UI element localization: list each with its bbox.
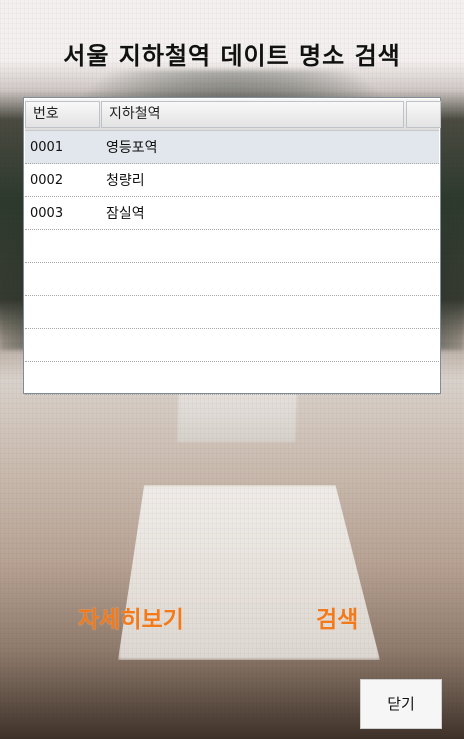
- table-row-empty: [25, 263, 439, 296]
- table-row-empty: [25, 296, 439, 329]
- list-header: 번호 지하철역: [25, 99, 441, 131]
- column-header-filler: [406, 101, 441, 128]
- search-button[interactable]: 검색: [316, 600, 358, 634]
- row-number: 0001: [30, 140, 64, 155]
- row-station-name: 영등포역: [106, 140, 158, 156]
- row-number: 0003: [30, 206, 64, 221]
- detail-button[interactable]: 자세히보기: [78, 600, 184, 634]
- table-row-empty: [25, 230, 439, 263]
- table-row[interactable]: 0003 잠실역: [25, 197, 439, 230]
- page-title: 서울 지하철역 데이트 명소 검색: [63, 42, 401, 70]
- row-station-name: 잠실역: [106, 206, 145, 222]
- table-row[interactable]: 0001 영등포역: [25, 131, 439, 164]
- column-header-number[interactable]: 번호: [25, 101, 100, 128]
- column-header-station[interactable]: 지하철역: [101, 101, 404, 128]
- table-row-empty: [25, 362, 439, 395]
- row-station-name: 청량리: [106, 173, 145, 189]
- table-row-empty: [25, 329, 439, 362]
- row-number: 0002: [30, 173, 64, 188]
- close-button[interactable]: 닫기: [360, 679, 442, 729]
- table-row[interactable]: 0002 청량리: [25, 164, 439, 197]
- station-list-view[interactable]: 번호 지하철역 0001 영등포역 0002 청량리 0003 잠실역: [23, 97, 441, 395]
